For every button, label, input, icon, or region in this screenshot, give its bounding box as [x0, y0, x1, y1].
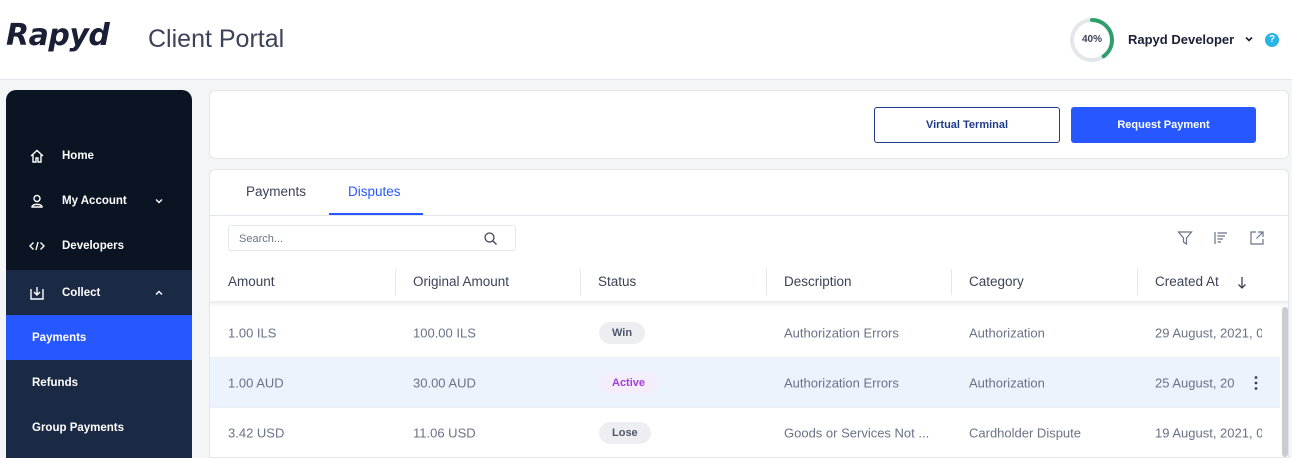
column-divider — [395, 269, 396, 295]
sidebar-subitem-payments[interactable]: Payments — [6, 315, 192, 360]
user-icon — [31, 194, 43, 208]
column-header-description[interactable]: Description — [784, 274, 852, 289]
column-divider — [766, 269, 767, 295]
sidebar-subitem-label: Group Payments — [32, 421, 125, 434]
filter-icon[interactable] — [1177, 230, 1193, 246]
cell-category: Authorization — [969, 375, 1045, 390]
sidebar-subitem-refunds[interactable]: Refunds — [6, 360, 192, 405]
cell-category: Authorization — [969, 325, 1045, 340]
table-row[interactable]: 1.00 AUD 30.00 AUD Active Authorization … — [210, 358, 1280, 408]
top-bar: Rapyd Client Portal 40% Rapyd Developer … — [0, 0, 1292, 80]
sidebar: Home My Account Developers Collect Payme… — [6, 90, 192, 458]
cell-created-at: 19 August, 2021, 0 — [1155, 425, 1262, 440]
search-icon[interactable] — [483, 231, 498, 246]
chevron-down-icon[interactable] — [1244, 34, 1254, 44]
vertical-scrollbar[interactable] — [1282, 307, 1288, 457]
status-badge: Lose — [599, 421, 651, 444]
sidebar-item-developers[interactable]: Developers — [6, 223, 192, 268]
status-badge: Active — [599, 371, 659, 394]
cell-description: Authorization Errors — [784, 325, 899, 340]
header-shadow — [210, 301, 1288, 307]
sidebar-item-my-account[interactable]: My Account — [6, 178, 192, 223]
sidebar-item-label: My Account — [62, 194, 127, 207]
code-icon — [29, 241, 45, 250]
cell-original-amount: 11.06 USD — [413, 425, 476, 440]
collect-icon — [30, 286, 44, 300]
cell-description: Goods or Services Not ... — [784, 425, 930, 440]
virtual-terminal-button[interactable]: Virtual Terminal — [874, 107, 1060, 143]
column-header-status[interactable]: Status — [598, 274, 636, 289]
sidebar-item-collect[interactable]: Collect — [6, 270, 192, 315]
column-divider — [580, 269, 581, 295]
search-box — [228, 225, 516, 251]
cell-amount: 1.00 AUD — [228, 375, 284, 390]
column-header-created-at[interactable]: Created At — [1155, 274, 1219, 289]
sort-arrow-down-icon[interactable] — [1237, 276, 1247, 290]
column-header-category[interactable]: Category — [969, 274, 1024, 289]
page-title: Client Portal — [148, 25, 285, 53]
home-icon — [30, 149, 44, 163]
tabs-divider — [210, 215, 1288, 216]
collect-group: Collect Payments Refunds Group Payments — [6, 270, 192, 458]
column-divider — [951, 269, 952, 295]
sort-icon[interactable] — [1213, 230, 1229, 246]
column-header-original-amount[interactable]: Original Amount — [413, 274, 509, 289]
cell-original-amount: 100.00 ILS — [413, 325, 476, 340]
sidebar-subitem-label: Payments — [32, 331, 87, 344]
request-payment-button[interactable]: Request Payment — [1071, 107, 1256, 143]
export-icon[interactable] — [1249, 230, 1265, 246]
sidebar-subitem-label: Refunds — [32, 376, 78, 389]
cell-description: Authorization Errors — [784, 375, 899, 390]
cell-amount: 3.42 USD — [228, 425, 285, 440]
cell-created-at: 29 August, 2021, 0 — [1155, 325, 1262, 340]
cell-amount: 1.00 ILS — [228, 325, 277, 340]
cell-original-amount: 30.00 AUD — [413, 375, 476, 390]
table-row[interactable]: 3.42 USD 11.06 USD Lose Goods or Service… — [210, 408, 1280, 457]
cell-created-at: 25 August, 20 — [1155, 375, 1235, 390]
help-icon[interactable]: ? — [1265, 33, 1279, 47]
chevron-up-icon[interactable] — [154, 288, 164, 298]
column-divider — [1137, 269, 1138, 295]
column-header-amount[interactable]: Amount — [228, 274, 275, 289]
sidebar-item-home[interactable]: Home — [6, 133, 192, 178]
rapyd-logo[interactable]: Rapyd — [6, 18, 110, 53]
more-options-icon[interactable] — [1254, 375, 1258, 391]
sidebar-item-label: Collect — [62, 286, 101, 299]
tab-disputes[interactable]: Disputes — [348, 184, 401, 199]
user-menu-button[interactable]: Rapyd Developer — [1128, 32, 1234, 47]
disputes-card: Payments Disputes Amount Original Amount… — [209, 169, 1289, 458]
active-tab-indicator — [329, 213, 423, 215]
tab-payments[interactable]: Payments — [246, 184, 306, 199]
chevron-down-icon[interactable] — [154, 196, 164, 206]
cell-category: Cardholder Dispute — [969, 425, 1082, 440]
sidebar-subitem-group-payments[interactable]: Group Payments — [6, 405, 192, 450]
sidebar-item-label: Home — [62, 149, 94, 162]
table-row[interactable]: 1.00 ILS 100.00 ILS Win Authorization Er… — [210, 308, 1280, 358]
search-input[interactable] — [239, 231, 469, 247]
status-badge: Win — [599, 321, 646, 344]
sidebar-item-label: Developers — [62, 239, 125, 252]
progress-label: 40% — [1081, 34, 1102, 45]
